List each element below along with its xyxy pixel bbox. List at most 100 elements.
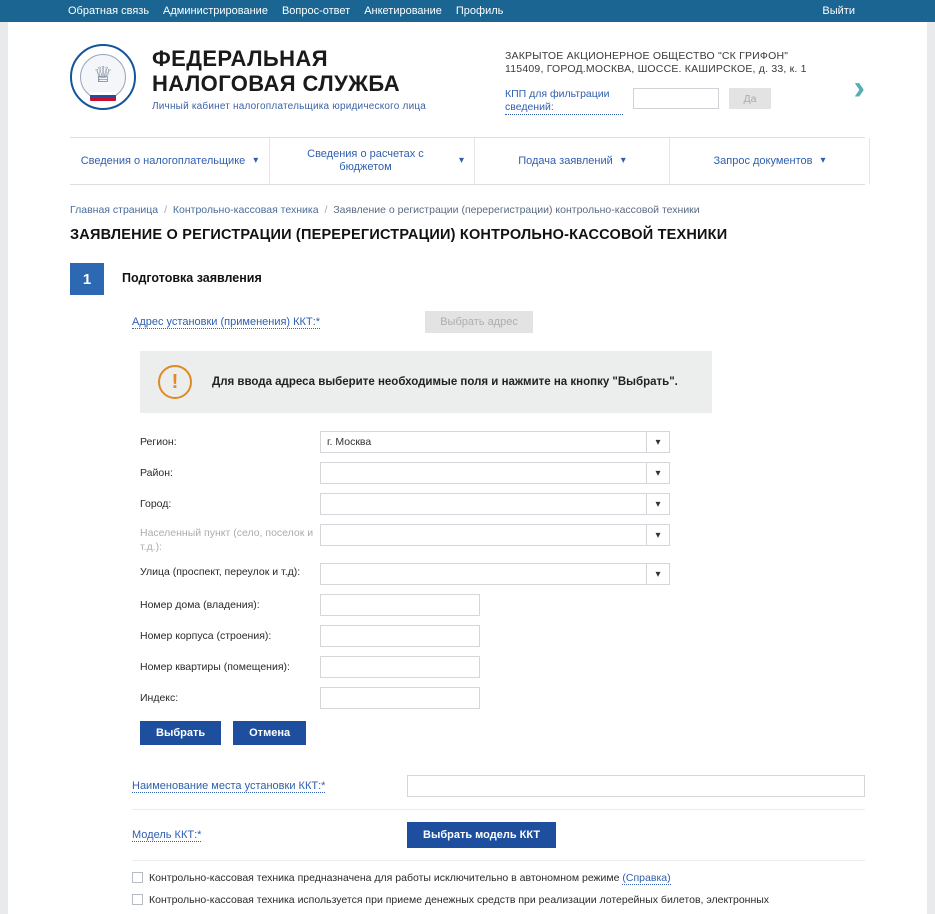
model-label[interactable]: Модель ККТ:* [132, 829, 407, 842]
chevron-down-icon[interactable]: ▾ [646, 524, 670, 546]
organization-text: ЗАКРЫТОЕ АКЦИОНЕРНОЕ ОБЩЕСТВО "СК ГРИФОН… [505, 50, 840, 115]
logout-link[interactable]: Выйти [822, 5, 855, 17]
top-utility-nav: Обратная связь Администрирование Вопрос-… [68, 0, 503, 22]
nav-item-budget-settlements[interactable]: Сведения о расчетах с бюджетом ▾ [270, 138, 475, 184]
settlement-select[interactable]: ▾ [320, 524, 670, 546]
address-install-label[interactable]: Адрес установки (применения) ККТ:* [132, 316, 321, 329]
spravka-link[interactable]: (Справка) [622, 872, 671, 885]
choose-model-button[interactable]: Выбрать модель ККТ [407, 822, 557, 848]
checkbox-lottery-tickets[interactable] [132, 894, 143, 905]
chevron-down-icon[interactable]: ▾ [646, 431, 670, 453]
organization-block: ЗАКРЫТОЕ АКЦИОНЕРНОЕ ОБЩЕСТВО "СК ГРИФОН… [505, 44, 865, 115]
brand-title-line1: ФЕДЕРАЛЬНАЯ [152, 46, 328, 71]
house-number-input[interactable] [320, 594, 480, 616]
place-name-label[interactable]: Наименование места установки ККТ:* [132, 780, 407, 793]
nav-label: Сведения о налогоплательщике [80, 154, 246, 167]
field-label-region: Регион: [140, 436, 177, 448]
city-select[interactable]: ▾ [320, 493, 670, 515]
breadcrumb-item-kkt[interactable]: Контрольно-кассовая техника [173, 204, 319, 216]
form-row-postal-index: Индекс: [140, 687, 865, 709]
topbar-link-feedback[interactable]: Обратная связь [68, 0, 149, 22]
kpp-filter-input[interactable] [633, 88, 719, 109]
choose-address-button[interactable]: Выбрать адрес [425, 311, 534, 333]
field-label-street: Улица (проспект, переулок и т.д): [140, 566, 301, 578]
page-canvas: ♕ ФЕДЕРАЛЬНАЯ НАЛОГОВАЯ СЛУЖБА Личный ка… [8, 22, 927, 914]
field-label-postal-index: Индекс: [140, 692, 179, 704]
form-row-district: Район: ▾ [140, 462, 865, 484]
model-label-text: Модель ККТ:* [132, 829, 202, 842]
chevron-down-icon[interactable]: ▾ [646, 493, 670, 515]
brand-subtitle: Личный кабинет налогоплательщика юридиче… [152, 101, 427, 112]
brand-title-line2: НАЛОГОВАЯ СЛУЖБА [152, 71, 401, 96]
nav-label: Подача заявлений [518, 154, 613, 167]
checkbox-row-autonomous: Контрольно-кассовая техника предназначен… [132, 871, 865, 885]
field-label-building: Номер корпуса (строения): [140, 630, 272, 642]
address-select-row: Адрес установки (применения) ККТ:* Выбра… [132, 311, 865, 333]
field-label-district: Район: [140, 467, 173, 479]
form-row-apartment: Номер квартиры (помещения): [140, 656, 865, 678]
organization-address: 115409, ГОРОД.МОСКВА, ШОССЕ. КАШИРСКОЕ, … [505, 63, 807, 75]
alert-message: Для ввода адреса выберите необходимые по… [212, 375, 678, 388]
topbar-link-profile[interactable]: Профиль [456, 0, 504, 22]
fns-emblem-icon: ♕ [70, 44, 136, 110]
apartment-number-input[interactable] [320, 656, 480, 678]
chevron-down-icon: ▾ [458, 155, 464, 166]
nav-label: Сведения о расчетах с бюджетом [307, 148, 424, 173]
street-select[interactable]: ▾ [320, 563, 670, 585]
top-utility-bar: Обратная связь Администрирование Вопрос-… [0, 0, 935, 22]
page-content: Главная страница / Контрольно-кассовая т… [8, 203, 927, 907]
exclamation-circle-icon: ! [158, 365, 192, 399]
region-input[interactable] [320, 431, 646, 453]
form-row-city: Город: ▾ [140, 493, 865, 515]
breadcrumb-separator: / [324, 204, 328, 216]
checkbox-autonomous-mode[interactable] [132, 872, 143, 883]
nav-item-submit-applications[interactable]: Подача заявлений ▾ [475, 138, 670, 184]
breadcrumb-item-home[interactable]: Главная страница [70, 204, 158, 216]
form-row-street: Улица (проспект, переулок и т.д): ▾ [140, 563, 865, 585]
address-submit-button[interactable]: Выбрать [140, 721, 222, 745]
lower-fields: Наименование места установки ККТ:* Модел… [132, 763, 865, 861]
checkbox-lottery-label: Контрольно-кассовая техника используется… [149, 894, 770, 906]
topbar-link-faq[interactable]: Вопрос-ответ [282, 0, 350, 22]
chevron-down-icon[interactable]: ▾ [646, 563, 670, 585]
nav-item-taxpayer-info[interactable]: Сведения о налогоплательщике ▾ [70, 138, 270, 184]
postal-index-input[interactable] [320, 687, 480, 709]
field-label-settlement: Населенный пункт (село, поселок и т.д.): [140, 527, 314, 553]
chevron-down-icon[interactable]: ▾ [646, 462, 670, 484]
checkbox-group: Контрольно-кассовая техника предназначен… [132, 871, 865, 907]
model-row: Модель ККТ:* Выбрать модель ККТ [132, 810, 865, 861]
topbar-link-survey[interactable]: Анкетирование [364, 0, 442, 22]
step-title: Подготовка заявления [122, 271, 262, 285]
address-cancel-button[interactable]: Отмена [233, 721, 307, 745]
field-label-apartment: Номер квартиры (помещения): [140, 661, 290, 673]
form-row-settlement: Населенный пункт (село, поселок и т.д.):… [140, 524, 865, 554]
form-row-region: Регион: ▾ [140, 431, 865, 453]
settlement-input[interactable] [320, 524, 646, 546]
breadcrumb-item-current: Заявление о регистрации (перерегистрации… [333, 204, 700, 216]
kpp-submit-button[interactable]: Да [729, 88, 771, 109]
kpp-filter-label[interactable]: КПП для фильтрации сведений: [505, 88, 623, 115]
place-name-input[interactable] [407, 775, 865, 797]
city-input[interactable] [320, 493, 646, 515]
topbar-link-administration[interactable]: Администрирование [163, 0, 268, 22]
district-select[interactable]: ▾ [320, 462, 670, 484]
chevron-down-icon: ▾ [820, 155, 826, 166]
nav-item-request-documents[interactable]: Запрос документов ▾ [670, 138, 870, 184]
field-label-house: Номер дома (владения): [140, 599, 260, 611]
region-select[interactable]: ▾ [320, 431, 670, 453]
building-number-input[interactable] [320, 625, 480, 647]
form-row-house: Номер дома (владения): [140, 594, 865, 616]
district-input[interactable] [320, 462, 646, 484]
form-row-building: Номер корпуса (строения): [140, 625, 865, 647]
chevron-right-icon[interactable]: › [854, 71, 865, 105]
address-form-actions: Выбрать Отмена [140, 721, 865, 745]
street-input[interactable] [320, 563, 646, 585]
place-name-label-text: Наименование места установки ККТ:* [132, 780, 326, 793]
brand-block[interactable]: ♕ ФЕДЕРАЛЬНАЯ НАЛОГОВАЯ СЛУЖБА Личный ка… [70, 44, 426, 112]
place-name-row: Наименование места установки ККТ:* [132, 763, 865, 810]
step-header: 1 Подготовка заявления [70, 263, 865, 295]
checkbox-autonomous-label: Контрольно-кассовая техника предназначен… [149, 871, 671, 885]
checkbox-autonomous-text: Контрольно-кассовая техника предназначен… [149, 872, 620, 884]
address-info-alert: ! Для ввода адреса выберите необходимые … [140, 351, 712, 413]
site-header: ♕ ФЕДЕРАЛЬНАЯ НАЛОГОВАЯ СЛУЖБА Личный ка… [8, 22, 927, 115]
